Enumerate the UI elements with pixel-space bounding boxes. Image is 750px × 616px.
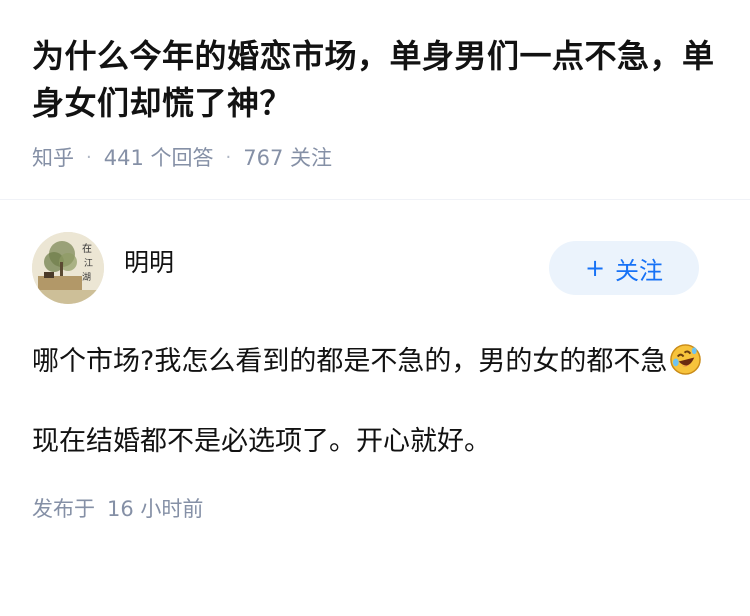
answer-paragraph-text: 哪个市场?我怎么看到的都是不急的，男的女的都不急 xyxy=(32,346,668,377)
landscape-painting-avatar-icon: 在 江 湖 xyxy=(32,232,104,304)
question-title[interactable]: 为什么今年的婚恋市场，单身男们一点不急，单身女们却慌了神？ xyxy=(32,33,718,127)
separator-dot: · xyxy=(86,146,92,168)
question-header: 为什么今年的婚恋市场，单身男们一点不急，单身女们却慌了神？ 知乎 · 441 个… xyxy=(0,0,750,172)
source-label[interactable]: 知乎 xyxy=(32,142,74,172)
author-name[interactable]: 明明 xyxy=(124,243,174,279)
answer-count-label: 个回答 xyxy=(150,146,214,170)
follow-button-label: 关注 xyxy=(615,256,664,285)
plus-icon: + xyxy=(584,254,606,282)
avatar[interactable]: 在 江 湖 xyxy=(32,232,104,304)
published-time: 16 小时前 xyxy=(107,497,204,521)
answer-card: 在 江 湖 明明 + 关注 哪个市场?我怎么看到的都是不急的，男的女的都不急 现… xyxy=(0,200,750,523)
follower-count: 767 关注 xyxy=(243,142,332,172)
rolling-on-floor-laughing-emoji-icon xyxy=(670,344,702,375)
answer-count[interactable]: 441 个回答 xyxy=(104,142,214,172)
answer-paragraph: 现在结婚都不是必选项了。开心就好。 xyxy=(32,426,491,457)
svg-text:在: 在 xyxy=(82,243,92,255)
author-row: 在 江 湖 明明 + 关注 xyxy=(32,232,718,304)
question-meta: 知乎 · 441 个回答 · 767 关注 xyxy=(32,142,718,172)
svg-text:江: 江 xyxy=(84,258,93,269)
published-label: 发布于 xyxy=(32,497,95,521)
answer-content[interactable]: 哪个市场?我怎么看到的都是不急的，男的女的都不急 现在结婚都不是必选项了。开心就… xyxy=(32,339,718,465)
follower-count-label: 关注 xyxy=(290,146,333,170)
follower-count-value: 767 xyxy=(243,146,284,170)
answer-count-value: 441 xyxy=(103,146,144,170)
follow-button[interactable]: + 关注 xyxy=(549,241,699,295)
separator-dot: · xyxy=(225,146,232,168)
publish-time: 发布于 16 小时前 xyxy=(32,493,718,523)
svg-text:湖: 湖 xyxy=(82,272,91,283)
answer-paragraph: 哪个市场?我怎么看到的都是不急的，男的女的都不急 xyxy=(32,339,718,385)
